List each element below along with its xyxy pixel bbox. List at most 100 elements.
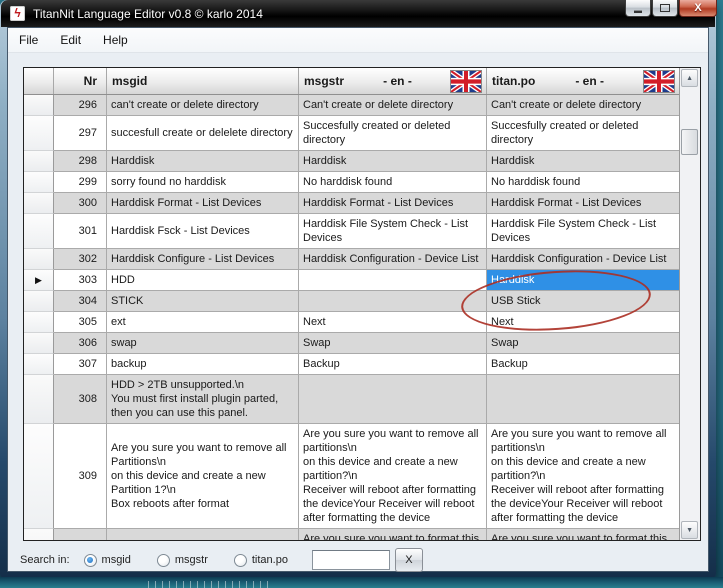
table-row[interactable]: 309 Are you sure you want to remove all … (24, 424, 679, 529)
table-row[interactable]: 298 Harddisk Harddisk Harddisk (24, 151, 679, 172)
cell-titanpo[interactable]: Harddisk Format - List Devices (487, 193, 679, 214)
cell-msgid[interactable]: swap (107, 333, 299, 354)
cell-titanpo[interactable]: Next (487, 312, 679, 333)
menu-edit[interactable]: Edit (49, 29, 92, 51)
clear-search-button[interactable]: X (395, 548, 423, 572)
table-row[interactable]: 304 STICK USB Stick (24, 291, 679, 312)
cell-titanpo[interactable]: Are you sure you want to remove all part… (487, 424, 679, 529)
cell-titanpo[interactable]: Swap (487, 333, 679, 354)
cell-titanpo[interactable]: Succesfully created or deleted directory (487, 116, 679, 151)
row-gutter[interactable] (24, 354, 54, 375)
cell-nr[interactable]: 302 (54, 249, 107, 270)
cell-titanpo[interactable]: Harddisk File System Check - List Device… (487, 214, 679, 249)
row-gutter[interactable] (24, 151, 54, 172)
cell-msgid[interactable]: can't create or delete directory (107, 95, 299, 116)
cell-msgstr[interactable]: Next (299, 312, 487, 333)
radio-option-titanpo[interactable]: titan.po (234, 554, 288, 567)
row-gutter[interactable] (24, 529, 54, 540)
cell-msgid[interactable]: Harddisk Fsck - List Devices (107, 214, 299, 249)
vertical-scrollbar[interactable]: ▲ ▼ (679, 68, 700, 540)
table-row[interactable]: 310 Are you sure you want to format this… (24, 529, 679, 540)
row-gutter[interactable] (24, 375, 54, 424)
cell-msgstr[interactable] (299, 291, 487, 312)
cell-nr[interactable]: 296 (54, 95, 107, 116)
table-row[interactable]: 301 Harddisk Fsck - List Devices Harddis… (24, 214, 679, 249)
table-row[interactable]: 306 swap Swap Swap (24, 333, 679, 354)
search-radio[interactable] (157, 554, 170, 567)
menu-file[interactable]: File (8, 29, 49, 51)
header-nr[interactable]: Nr (54, 68, 107, 94)
cell-nr[interactable]: 307 (54, 354, 107, 375)
cell-titanpo[interactable]: Can't create or delete directory (487, 95, 679, 116)
search-radio[interactable] (234, 554, 247, 567)
row-gutter[interactable] (24, 312, 54, 333)
cell-titanpo[interactable]: Are you sure you want to format this par… (487, 529, 679, 540)
cell-msgstr[interactable] (299, 375, 487, 424)
cell-msgid[interactable]: Are you sure you want to remove all Part… (107, 424, 299, 529)
scrollbar-thumb[interactable] (681, 129, 698, 155)
radio-option-msgstr[interactable]: msgstr (157, 554, 208, 567)
table-row[interactable]: 297 succesfull create or delelete direct… (24, 116, 679, 151)
search-input[interactable] (312, 550, 390, 570)
cell-msgstr[interactable]: Succesfully created or deleted directory (299, 116, 487, 151)
row-gutter[interactable] (24, 333, 54, 354)
row-gutter[interactable] (24, 291, 54, 312)
cell-nr[interactable]: 297 (54, 116, 107, 151)
cell-msgid[interactable]: sorry found no harddisk (107, 172, 299, 193)
header-titanpo[interactable]: titan.po - en - (487, 68, 679, 94)
cell-msgid[interactable]: Harddisk (107, 151, 299, 172)
cell-msgstr[interactable]: Swap (299, 333, 487, 354)
row-gutter[interactable]: ▶ (24, 270, 54, 291)
cell-msgid[interactable]: Are you sure you want to format this Par… (107, 529, 299, 540)
table-row[interactable]: 300 Harddisk Format - List Devices Hardd… (24, 193, 679, 214)
cell-nr[interactable]: 309 (54, 424, 107, 529)
table-row[interactable]: ▶ 303 HDD Harddisk (24, 270, 679, 291)
cell-nr[interactable]: 298 (54, 151, 107, 172)
cell-titanpo[interactable]: USB Stick (487, 291, 679, 312)
cell-titanpo[interactable]: Harddisk Configuration - Device List (487, 249, 679, 270)
cell-titanpo[interactable]: No harddisk found (487, 172, 679, 193)
cell-msgid[interactable]: STICK (107, 291, 299, 312)
scroll-up-button[interactable]: ▲ (681, 69, 698, 87)
radio-option-msgid[interactable]: msgid (84, 554, 131, 567)
row-gutter[interactable] (24, 424, 54, 529)
menu-help[interactable]: Help (92, 29, 139, 51)
cell-msgid[interactable]: HDD > 2TB unsupported.\n You must first … (107, 375, 299, 424)
row-gutter[interactable] (24, 95, 54, 116)
cell-msgid[interactable]: backup (107, 354, 299, 375)
cell-titanpo[interactable]: Harddisk (487, 151, 679, 172)
scroll-down-button[interactable]: ▼ (681, 521, 698, 539)
row-gutter[interactable] (24, 214, 54, 249)
cell-msgstr[interactable]: No harddisk found (299, 172, 487, 193)
table-row[interactable]: 305 ext Next Next (24, 312, 679, 333)
table-row[interactable]: 308 HDD > 2TB unsupported.\n You must fi… (24, 375, 679, 424)
search-radio[interactable] (84, 554, 97, 567)
maximize-button[interactable] (652, 0, 678, 17)
table-row[interactable]: 302 Harddisk Configure - List Devices Ha… (24, 249, 679, 270)
cell-msgstr[interactable]: Harddisk File System Check - List Device… (299, 214, 487, 249)
cell-msgid[interactable]: Harddisk Format - List Devices (107, 193, 299, 214)
cell-msgid[interactable]: ext (107, 312, 299, 333)
cell-nr[interactable]: 301 (54, 214, 107, 249)
cell-msgstr[interactable] (299, 270, 487, 291)
table-row[interactable]: 307 backup Backup Backup (24, 354, 679, 375)
cell-titanpo[interactable]: Backup (487, 354, 679, 375)
table-row[interactable]: 299 sorry found no harddisk No harddisk … (24, 172, 679, 193)
cell-msgstr[interactable]: Are you sure you want to format this par… (299, 529, 487, 540)
header-msgid[interactable]: msgid (107, 68, 299, 94)
cell-nr[interactable]: 308 (54, 375, 107, 424)
cell-nr[interactable]: 299 (54, 172, 107, 193)
cell-nr[interactable]: 310 (54, 529, 107, 540)
cell-msgstr[interactable]: Backup (299, 354, 487, 375)
cell-nr[interactable]: 305 (54, 312, 107, 333)
header-msgstr[interactable]: msgstr - en - (299, 68, 487, 94)
cell-msgstr[interactable]: Harddisk Configuration - Device List (299, 249, 487, 270)
minimize-button[interactable]: ▬ (625, 0, 651, 17)
cell-nr[interactable]: 303 (54, 270, 107, 291)
cell-msgstr[interactable]: Can't create or delete directory (299, 95, 487, 116)
cell-nr[interactable]: 306 (54, 333, 107, 354)
cell-msgid[interactable]: Harddisk Configure - List Devices (107, 249, 299, 270)
cell-nr[interactable]: 304 (54, 291, 107, 312)
cell-msgstr[interactable]: Harddisk (299, 151, 487, 172)
cell-titanpo[interactable] (487, 375, 679, 424)
